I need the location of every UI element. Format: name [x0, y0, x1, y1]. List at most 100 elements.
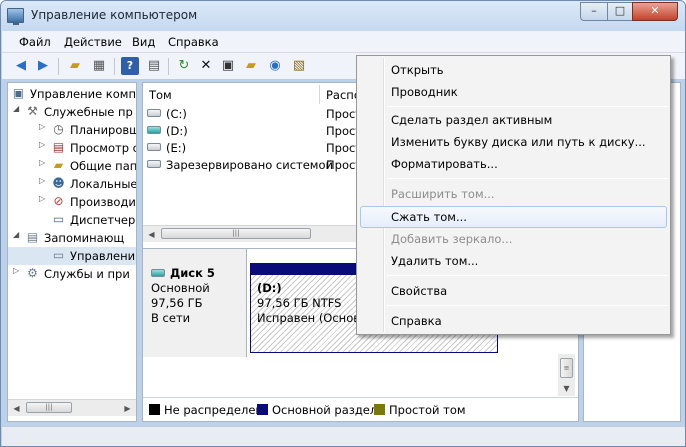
left-horizontal-scrollbar[interactable]: ◀ ||| ▶ — [8, 399, 136, 416]
delete-icon[interactable]: ✕ — [197, 57, 215, 75]
menu-help-item[interactable]: Справка — [360, 310, 667, 332]
open-folder-icon[interactable]: ▰ — [242, 57, 260, 75]
disk-icon — [151, 269, 165, 277]
expand-arrow-icon[interactable]: ▷ — [39, 140, 47, 149]
tree-item-system-tools[interactable]: ◢ ⚒ Служебные пр — [8, 103, 136, 121]
tree-item-event-viewer[interactable]: ▷ ▤ Просмотр с — [8, 139, 136, 157]
properties-icon[interactable]: ▣ — [219, 57, 237, 75]
legend-primary: Основной раздел — [272, 403, 378, 417]
maximize-button[interactable]: □ — [607, 2, 633, 21]
disk-name: Диск 5 — [170, 266, 215, 280]
volume-icon — [147, 126, 161, 134]
menu-action[interactable]: Действие — [64, 35, 122, 49]
menu-properties[interactable]: Свойства — [360, 280, 667, 302]
collapse-arrow-icon[interactable]: ◢ — [13, 230, 21, 239]
title-bar[interactable]: Управление компьютером – □ ✕ — [1, 1, 685, 31]
menu-shrink-volume[interactable]: Сжать том... — [360, 206, 667, 228]
menu-add-mirror: Добавить зеркало... — [391, 232, 513, 246]
tools-icon: ⚒ — [27, 104, 38, 118]
scrollbar-thumb[interactable]: ||| — [161, 228, 311, 239]
collapse-arrow-icon[interactable]: ◢ — [13, 104, 21, 113]
menu-extend-volume: Расширить том... — [391, 187, 495, 201]
tree-item-disk-management[interactable]: ▭ Управлени — [8, 247, 136, 265]
column-header-volume[interactable]: Том — [143, 85, 320, 104]
expand-arrow-icon[interactable]: ▷ — [39, 158, 47, 167]
tree-item-computer-management[interactable]: ▣ Управление компь — [8, 85, 136, 103]
disk-status: В сети — [151, 311, 191, 325]
help-icon[interactable]: ? — [121, 57, 139, 75]
tree-item-device-manager[interactable]: ▭ Диспетчер — [8, 211, 136, 229]
disk-view-vertical-scrollbar[interactable]: ≡ ▼ — [558, 354, 575, 396]
legend-swatch-primary — [257, 404, 268, 415]
show-action-pane-icon[interactable]: ▤ — [145, 57, 163, 75]
refresh-icon[interactable]: ↻ — [175, 57, 193, 75]
menu-separator — [387, 275, 668, 276]
show-hide-tree-icon[interactable]: ▦ — [90, 57, 108, 75]
performance-icon: ⊘ — [53, 194, 64, 208]
device-manager-icon: ▭ — [52, 212, 65, 226]
expand-arrow-icon[interactable]: ▷ — [13, 266, 21, 275]
forward-icon[interactable]: ▶ — [34, 57, 52, 75]
menu-file[interactable]: Файл — [19, 35, 51, 49]
scrollbar-thumb[interactable]: ||| — [26, 402, 72, 413]
menu-mark-active[interactable]: Сделать раздел активным — [360, 109, 667, 131]
tree-item-performance[interactable]: ▷ ⊘ Производи — [8, 193, 136, 211]
context-menu: Открыть Проводник Сделать раздел активны… — [356, 55, 671, 335]
legend: Не распределен Основной раздел Простой т… — [143, 397, 578, 419]
disk-management-icon: ▭ — [52, 248, 65, 262]
menu-separator — [387, 178, 668, 179]
menu-change-drive-letter[interactable]: Изменить букву диска или путь к диску... — [360, 131, 667, 153]
disk-info-panel[interactable]: Диск 5 Основной 97,56 ГБ В сети — [143, 249, 247, 357]
shared-folders-icon: ▰ — [53, 158, 64, 172]
event-viewer-icon: ▤ — [52, 140, 65, 154]
services-icon: ⚙ — [27, 266, 38, 280]
back-icon[interactable]: ◀ — [12, 57, 30, 75]
expand-arrow-icon[interactable]: ▷ — [39, 194, 47, 203]
toolbar-separator — [114, 58, 115, 75]
close-button[interactable]: ✕ — [632, 2, 678, 21]
wizard-icon[interactable]: ▧ — [290, 57, 308, 75]
tree-item-services[interactable]: ▷ ⚙ Службы и при — [8, 265, 136, 283]
partition-label: (D:) — [257, 281, 282, 295]
menu-open[interactable]: Открыть — [360, 59, 667, 81]
tree-item-shared-folders[interactable]: ▷ ▰ Общие пап — [8, 157, 136, 175]
toolbar-separator — [58, 58, 59, 75]
legend-swatch-simple — [374, 404, 385, 415]
expand-arrow-icon[interactable]: ▷ — [39, 122, 47, 131]
navigation-tree: ▣ Управление компь ◢ ⚒ Служебные пр ▷ ◷ … — [7, 82, 137, 422]
computer-icon: ▣ — [12, 86, 25, 100]
menu-help[interactable]: Справка — [168, 35, 219, 49]
tree-item-local-users[interactable]: ▷ ☻ Локальные — [8, 175, 136, 193]
scroll-left-icon[interactable]: ◀ — [144, 227, 159, 242]
scroll-left-icon[interactable]: ◀ — [9, 401, 24, 416]
tree-item-storage[interactable]: ◢ ▤ Запоминающ — [8, 229, 136, 247]
scroll-down-icon[interactable]: ▼ — [559, 381, 574, 396]
scrollbar-thumb[interactable]: ≡ — [560, 358, 573, 378]
menu-format[interactable]: Форматировать... — [360, 153, 667, 175]
status-bar — [2, 426, 685, 446]
volume-icon — [147, 143, 161, 151]
menu-delete-volume[interactable]: Удалить том... — [360, 250, 667, 272]
expand-arrow-icon[interactable]: ▷ — [39, 176, 47, 185]
clock-icon: ◷ — [53, 122, 64, 136]
menu-view[interactable]: Вид — [132, 35, 155, 49]
disk-size: 97,56 ГБ — [151, 296, 203, 310]
up-folder-icon[interactable]: ▰ — [66, 57, 84, 75]
menu-separator — [387, 305, 668, 306]
computer-management-icon — [7, 8, 24, 25]
partition-size-fs: 97,56 ГБ NTFS — [257, 296, 342, 310]
search-icon[interactable]: ◉ — [266, 57, 284, 75]
legend-simple: Простой том — [389, 403, 466, 417]
partition-status: Исправен (Основн — [257, 311, 368, 325]
window-title: Управление компьютером — [31, 8, 198, 22]
toolbar-separator — [168, 58, 169, 75]
volume-icon — [147, 160, 161, 168]
minimize-button[interactable]: – — [580, 2, 608, 21]
storage-icon: ▤ — [26, 230, 39, 244]
menu-bar: Файл Действие Вид Справка — [2, 31, 685, 53]
tree-item-task-scheduler[interactable]: ▷ ◷ Планировщ — [8, 121, 136, 139]
legend-unallocated: Не распределен — [164, 403, 263, 417]
scroll-right-icon[interactable]: ▶ — [120, 401, 135, 416]
menu-explorer[interactable]: Проводник — [360, 81, 667, 103]
disk-type: Основной — [151, 281, 210, 295]
